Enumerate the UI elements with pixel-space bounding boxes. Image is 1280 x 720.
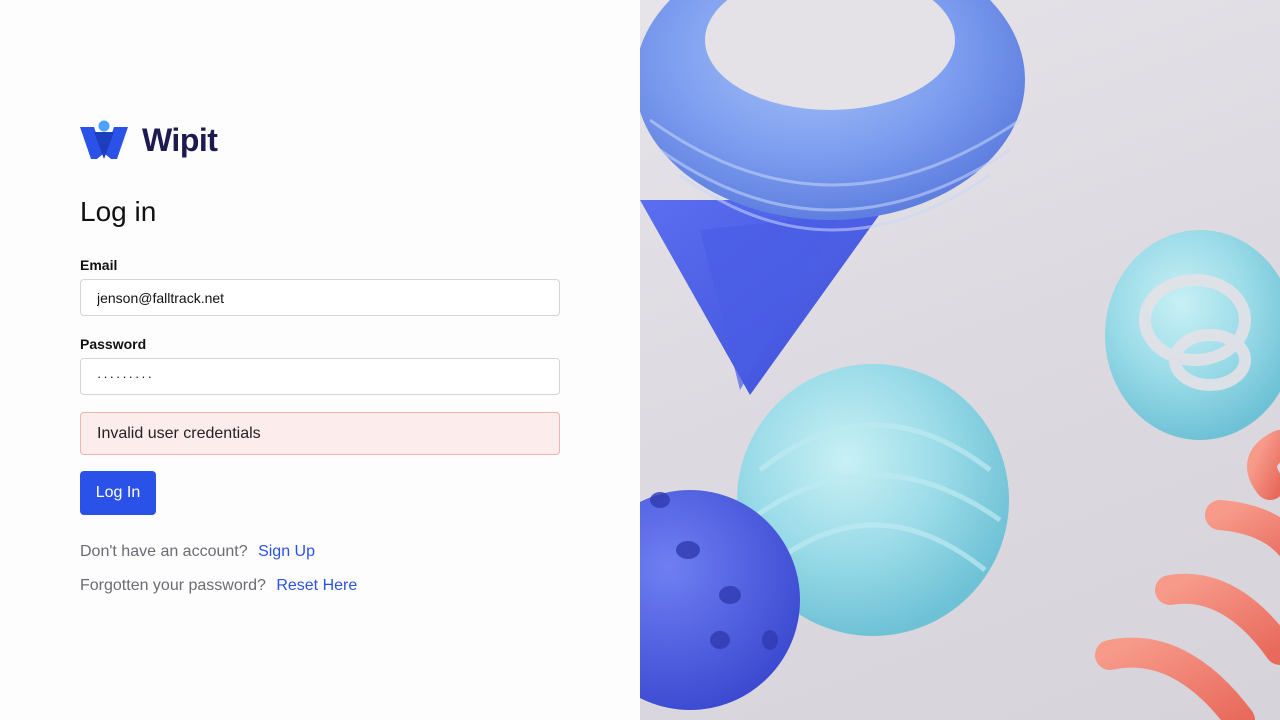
login-button[interactable]: Log In (80, 471, 156, 515)
hero-image (640, 0, 1280, 720)
reset-password-link[interactable]: Reset Here (276, 577, 357, 594)
page-title: Log in (80, 196, 157, 227)
email-field[interactable] (80, 279, 560, 316)
password-field[interactable] (80, 358, 560, 395)
abstract-3d-shapes-image (640, 0, 1280, 720)
brand-name: Wipit (142, 122, 218, 158)
email-label: Email (80, 257, 118, 273)
error-message: Invalid user credentials (97, 424, 261, 442)
signup-prompt: Don't have an account? (80, 543, 248, 560)
reset-prompt: Forgotten your password? (80, 577, 266, 594)
error-alert: Invalid user credentials (80, 412, 560, 455)
wipit-logo-icon (80, 120, 128, 159)
password-label: Password (80, 336, 147, 352)
login-panel: Wipit Log in Email Password Invalid user… (0, 0, 640, 720)
reset-line: Forgotten your password? Reset Here (80, 577, 357, 595)
brand-logo: Wipit (80, 120, 218, 160)
signup-link[interactable]: Sign Up (258, 543, 315, 560)
signup-line: Don't have an account? Sign Up (80, 543, 315, 561)
